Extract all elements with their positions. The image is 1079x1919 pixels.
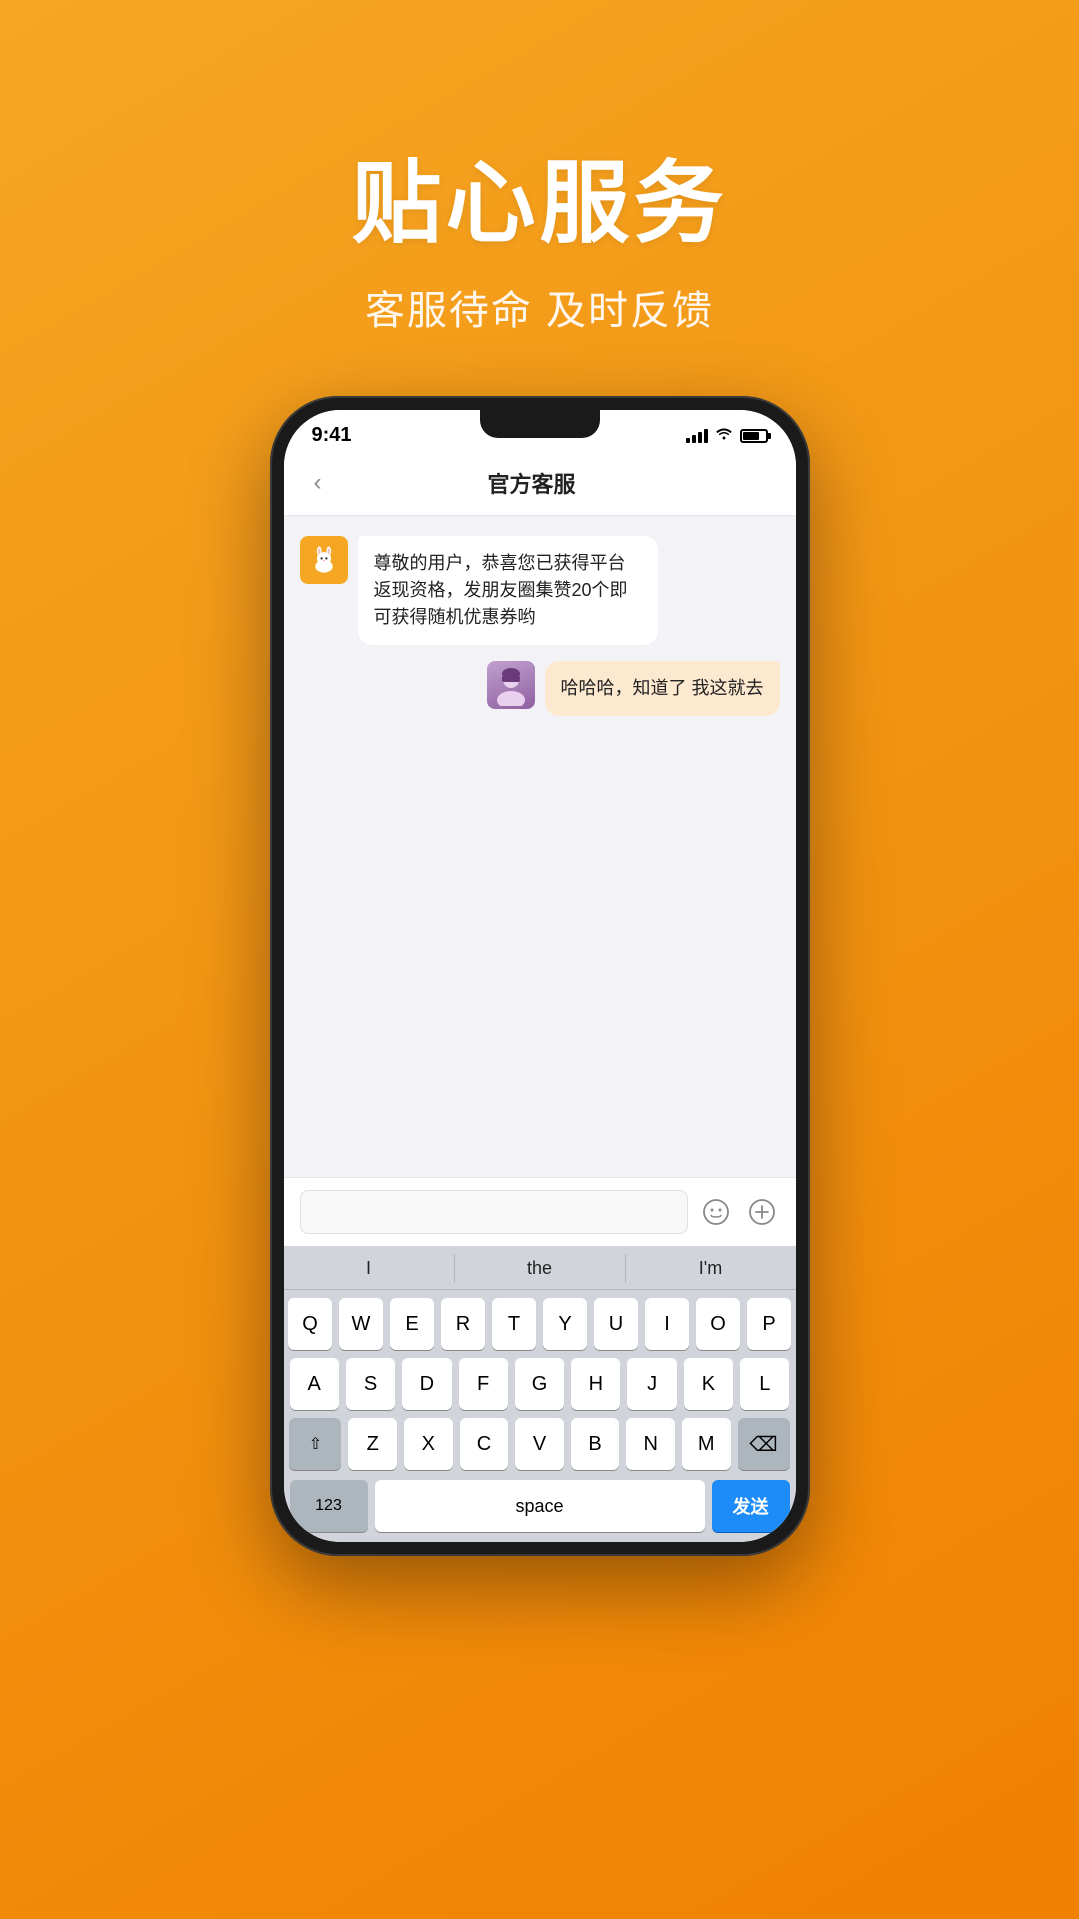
page-main-title: 贴心服务 bbox=[0, 130, 1079, 260]
keyboard-bottom-row: 123 space 发送 bbox=[284, 1474, 796, 1542]
key-j[interactable]: J bbox=[627, 1358, 676, 1410]
phone-frame: 9:41 bbox=[270, 396, 810, 1556]
key-c[interactable]: C bbox=[460, 1418, 509, 1470]
suggestion-the[interactable]: the bbox=[455, 1254, 626, 1283]
key-x[interactable]: X bbox=[404, 1418, 453, 1470]
key-b[interactable]: B bbox=[571, 1418, 620, 1470]
bot-avatar bbox=[300, 536, 348, 584]
key-row-1: Q W E R T Y U I O P bbox=[290, 1298, 790, 1350]
keyboard-rows: Q W E R T Y U I O P A S bbox=[284, 1290, 796, 1474]
key-numbers[interactable]: 123 bbox=[290, 1480, 368, 1532]
chat-area: 尊敬的用户，恭喜您已获得平台返现资格，发朋友圈集赞20个即可获得随机优惠券哟 哈… bbox=[284, 516, 796, 1177]
key-z[interactable]: Z bbox=[348, 1418, 397, 1470]
bot-message-bubble: 尊敬的用户，恭喜您已获得平台返现资格，发朋友圈集赞20个即可获得随机优惠券哟 bbox=[358, 536, 658, 645]
keyboard-suggestions: I the I'm bbox=[284, 1246, 796, 1290]
key-row-3: ⇧ Z X C V B N M ⌫ bbox=[290, 1418, 790, 1470]
key-row-2: A S D F G H J K L bbox=[290, 1358, 790, 1410]
user-message-bubble: 哈哈哈，知道了 我这就去 bbox=[545, 661, 780, 716]
key-backspace[interactable]: ⌫ bbox=[738, 1418, 790, 1470]
input-area bbox=[284, 1177, 796, 1246]
key-e[interactable]: E bbox=[390, 1298, 434, 1350]
key-r[interactable]: R bbox=[441, 1298, 485, 1350]
wifi-icon bbox=[715, 426, 733, 445]
signal-icon bbox=[686, 429, 708, 443]
user-avatar bbox=[487, 661, 535, 709]
key-v[interactable]: V bbox=[515, 1418, 564, 1470]
key-p[interactable]: P bbox=[747, 1298, 791, 1350]
nav-bar: ‹ 官方客服 bbox=[284, 455, 796, 516]
message-row: 尊敬的用户，恭喜您已获得平台返现资格，发朋友圈集赞20个即可获得随机优惠券哟 bbox=[300, 536, 780, 645]
key-s[interactable]: S bbox=[346, 1358, 395, 1410]
key-send[interactable]: 发送 bbox=[712, 1480, 790, 1532]
battery-icon bbox=[740, 429, 768, 443]
key-n[interactable]: N bbox=[626, 1418, 675, 1470]
nav-title: 官方客服 bbox=[332, 467, 732, 499]
key-a[interactable]: A bbox=[290, 1358, 339, 1410]
suggestion-im[interactable]: I'm bbox=[626, 1254, 796, 1283]
key-d[interactable]: D bbox=[402, 1358, 451, 1410]
key-f[interactable]: F bbox=[459, 1358, 508, 1410]
emoji-button[interactable] bbox=[698, 1194, 734, 1230]
key-m[interactable]: M bbox=[682, 1418, 731, 1470]
key-w[interactable]: W bbox=[339, 1298, 383, 1350]
key-u[interactable]: U bbox=[594, 1298, 638, 1350]
key-g[interactable]: G bbox=[515, 1358, 564, 1410]
page-sub-title: 客服待命 及时反馈 bbox=[0, 278, 1079, 336]
status-icons bbox=[686, 426, 768, 445]
key-shift[interactable]: ⇧ bbox=[289, 1418, 341, 1470]
back-button[interactable]: ‹ bbox=[304, 465, 332, 501]
key-l[interactable]: L bbox=[740, 1358, 789, 1410]
key-h[interactable]: H bbox=[571, 1358, 620, 1410]
key-o[interactable]: O bbox=[696, 1298, 740, 1350]
keyboard: I the I'm Q W E R T Y U I bbox=[284, 1246, 796, 1542]
key-y[interactable]: Y bbox=[543, 1298, 587, 1350]
message-row: 哈哈哈，知道了 我这就去 bbox=[300, 661, 780, 716]
status-time: 9:41 bbox=[312, 424, 352, 447]
add-button[interactable] bbox=[744, 1194, 780, 1230]
message-input[interactable] bbox=[300, 1190, 688, 1234]
key-i[interactable]: I bbox=[645, 1298, 689, 1350]
suggestion-i[interactable]: I bbox=[284, 1254, 455, 1283]
key-t[interactable]: T bbox=[492, 1298, 536, 1350]
key-q[interactable]: Q bbox=[288, 1298, 332, 1350]
key-k[interactable]: K bbox=[684, 1358, 733, 1410]
key-space[interactable]: space bbox=[375, 1480, 705, 1532]
